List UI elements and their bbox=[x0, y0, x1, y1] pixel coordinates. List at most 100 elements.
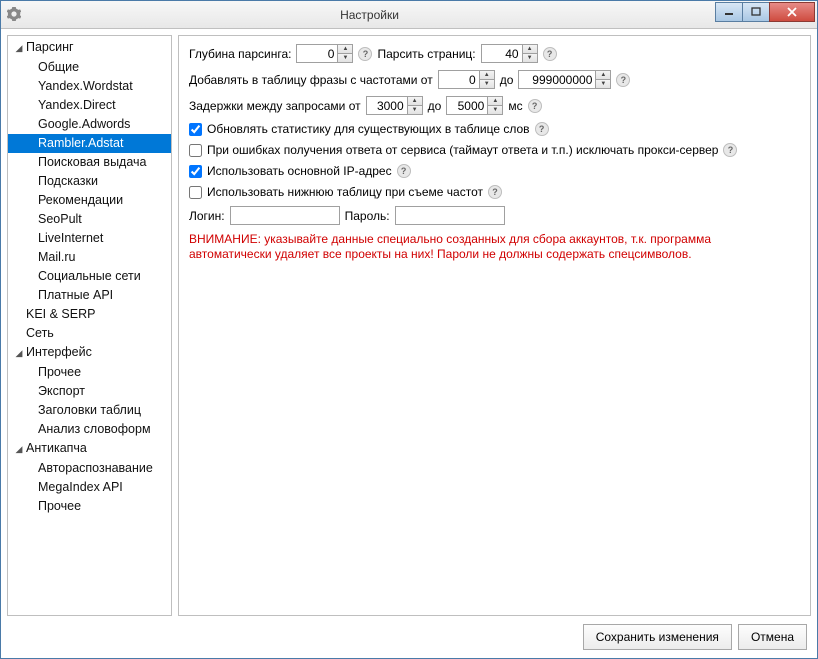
cb-update-stats-label: Обновлять статистику для существующих в … bbox=[207, 122, 530, 136]
depth-label: Глубина парсинга: bbox=[189, 47, 291, 61]
tree-item[interactable]: Заголовки таблиц bbox=[8, 401, 171, 420]
tree-item[interactable]: Прочее bbox=[8, 363, 171, 382]
tree-group[interactable]: ◢Антикапча bbox=[8, 439, 171, 459]
help-icon[interactable]: ? bbox=[488, 185, 502, 199]
tree-item[interactable]: Поисковая выдача bbox=[8, 153, 171, 172]
spin-up-icon[interactable]: ▲ bbox=[596, 71, 610, 80]
help-icon[interactable]: ? bbox=[543, 47, 557, 61]
tree-item[interactable]: LiveInternet bbox=[8, 229, 171, 248]
tree-item[interactable]: SeoPult bbox=[8, 210, 171, 229]
content-panel: Глубина парсинга: ▲▼ ? Парсить страниц: … bbox=[178, 35, 811, 616]
tree-item[interactable]: Рекомендации bbox=[8, 191, 171, 210]
row-depth: Глубина парсинга: ▲▼ ? Парсить страниц: … bbox=[189, 44, 800, 63]
addfreq-from-input[interactable] bbox=[438, 70, 480, 89]
pages-input[interactable] bbox=[481, 44, 523, 63]
cb-exclude-proxy[interactable]: При ошибках получения ответа от сервиса … bbox=[189, 143, 718, 157]
cb-exclude-proxy-input[interactable] bbox=[189, 144, 202, 157]
help-icon[interactable]: ? bbox=[723, 143, 737, 157]
cb-update-stats[interactable]: Обновлять статистику для существующих в … bbox=[189, 122, 530, 136]
depth-spinner[interactable]: ▲▼ bbox=[296, 44, 353, 63]
tree-item[interactable]: Google.Adwords bbox=[8, 115, 171, 134]
tree-item[interactable]: Mail.ru bbox=[8, 248, 171, 267]
delay-label: Задержки между запросами от bbox=[189, 99, 361, 113]
caret-down-icon: ◢ bbox=[14, 40, 24, 57]
tree-item[interactable]: Yandex.Direct bbox=[8, 96, 171, 115]
tree-group-label: Антикапча bbox=[26, 441, 87, 455]
close-button[interactable] bbox=[769, 2, 815, 22]
login-label: Логин: bbox=[189, 209, 225, 223]
addfreq-to-spinner[interactable]: ▲▼ bbox=[518, 70, 611, 89]
password-input[interactable] bbox=[395, 206, 505, 225]
row-credentials: Логин: Пароль: bbox=[189, 206, 800, 225]
cb-use-main-ip[interactable]: Использовать основной IP-адрес bbox=[189, 164, 392, 178]
tree-item[interactable]: Экспорт bbox=[8, 382, 171, 401]
row-cb-update: Обновлять статистику для существующих в … bbox=[189, 122, 800, 136]
ms-label: мс bbox=[508, 99, 522, 113]
spin-down-icon[interactable]: ▼ bbox=[488, 106, 502, 114]
sidebar-tree[interactable]: ◢ПарсингОбщиеYandex.WordstatYandex.Direc… bbox=[7, 35, 172, 616]
help-icon[interactable]: ? bbox=[528, 99, 542, 113]
spin-up-icon[interactable]: ▲ bbox=[480, 71, 494, 80]
addfreq-from-spinner[interactable]: ▲▼ bbox=[438, 70, 495, 89]
spin-down-icon[interactable]: ▼ bbox=[523, 54, 537, 62]
addfreq-to-input[interactable] bbox=[518, 70, 596, 89]
tree-group-label: Парсинг bbox=[26, 40, 74, 54]
spin-down-icon[interactable]: ▼ bbox=[408, 106, 422, 114]
help-icon[interactable]: ? bbox=[358, 47, 372, 61]
tree-group[interactable]: ◢Парсинг bbox=[8, 38, 171, 58]
gear-icon bbox=[7, 7, 23, 23]
tree-group[interactable]: Сеть bbox=[8, 324, 171, 343]
cb-exclude-proxy-label: При ошибках получения ответа от сервиса … bbox=[207, 143, 718, 157]
to-label-2: до bbox=[428, 99, 442, 113]
delay-from-input[interactable] bbox=[366, 96, 408, 115]
depth-input[interactable] bbox=[296, 44, 338, 63]
tree-item[interactable]: Социальные сети bbox=[8, 267, 171, 286]
window-controls bbox=[716, 2, 815, 22]
spin-up-icon[interactable]: ▲ bbox=[523, 45, 537, 54]
caret-down-icon: ◢ bbox=[14, 345, 24, 362]
tree-group[interactable]: KEI & SERP bbox=[8, 305, 171, 324]
spin-up-icon[interactable]: ▲ bbox=[408, 97, 422, 106]
tree-group-label: KEI & SERP bbox=[26, 307, 95, 321]
delay-to-spinner[interactable]: ▲▼ bbox=[446, 96, 503, 115]
cancel-button[interactable]: Отмена bbox=[738, 624, 807, 650]
tree-item[interactable]: Rambler.Adstat bbox=[8, 134, 171, 153]
tree-item[interactable]: MegaIndex API bbox=[8, 478, 171, 497]
cb-use-main-ip-label: Использовать основной IP-адрес bbox=[207, 164, 392, 178]
login-input[interactable] bbox=[230, 206, 340, 225]
help-icon[interactable]: ? bbox=[397, 164, 411, 178]
tree-item[interactable]: Yandex.Wordstat bbox=[8, 77, 171, 96]
tree-item[interactable]: Прочее bbox=[8, 497, 171, 516]
spin-up-icon[interactable]: ▲ bbox=[338, 45, 352, 54]
tree-item[interactable]: Подсказки bbox=[8, 172, 171, 191]
spin-up-icon[interactable]: ▲ bbox=[488, 97, 502, 106]
caret-down-icon: ◢ bbox=[14, 441, 24, 458]
cb-use-main-ip-input[interactable] bbox=[189, 165, 202, 178]
delay-to-input[interactable] bbox=[446, 96, 488, 115]
cb-use-bottom-table[interactable]: Использовать нижнюю таблицу при съеме ча… bbox=[189, 185, 483, 199]
help-icon[interactable]: ? bbox=[535, 122, 549, 136]
to-label: до bbox=[500, 73, 514, 87]
body: ◢ПарсингОбщиеYandex.WordstatYandex.Direc… bbox=[1, 29, 817, 616]
window-title: Настройки bbox=[23, 8, 716, 22]
cb-use-bottom-table-label: Использовать нижнюю таблицу при съеме ча… bbox=[207, 185, 483, 199]
maximize-button[interactable] bbox=[742, 2, 770, 22]
spin-down-icon[interactable]: ▼ bbox=[480, 80, 494, 88]
minimize-button[interactable] bbox=[715, 2, 743, 22]
cb-update-stats-input[interactable] bbox=[189, 123, 202, 136]
tree-item[interactable]: Анализ словоформ bbox=[8, 420, 171, 439]
help-icon[interactable]: ? bbox=[616, 73, 630, 87]
save-button[interactable]: Сохранить изменения bbox=[583, 624, 732, 650]
tree-item[interactable]: Общие bbox=[8, 58, 171, 77]
row-cb-proxy: При ошибках получения ответа от сервиса … bbox=[189, 143, 800, 157]
tree-group[interactable]: ◢Интерфейс bbox=[8, 343, 171, 363]
tree-item[interactable]: Автораспознавание bbox=[8, 459, 171, 478]
spin-down-icon[interactable]: ▼ bbox=[596, 80, 610, 88]
row-cb-ip: Использовать основной IP-адрес ? bbox=[189, 164, 800, 178]
footer: Сохранить изменения Отмена bbox=[1, 616, 817, 658]
delay-from-spinner[interactable]: ▲▼ bbox=[366, 96, 423, 115]
tree-item[interactable]: Платные API bbox=[8, 286, 171, 305]
pages-spinner[interactable]: ▲▼ bbox=[481, 44, 538, 63]
spin-down-icon[interactable]: ▼ bbox=[338, 54, 352, 62]
cb-use-bottom-table-input[interactable] bbox=[189, 186, 202, 199]
